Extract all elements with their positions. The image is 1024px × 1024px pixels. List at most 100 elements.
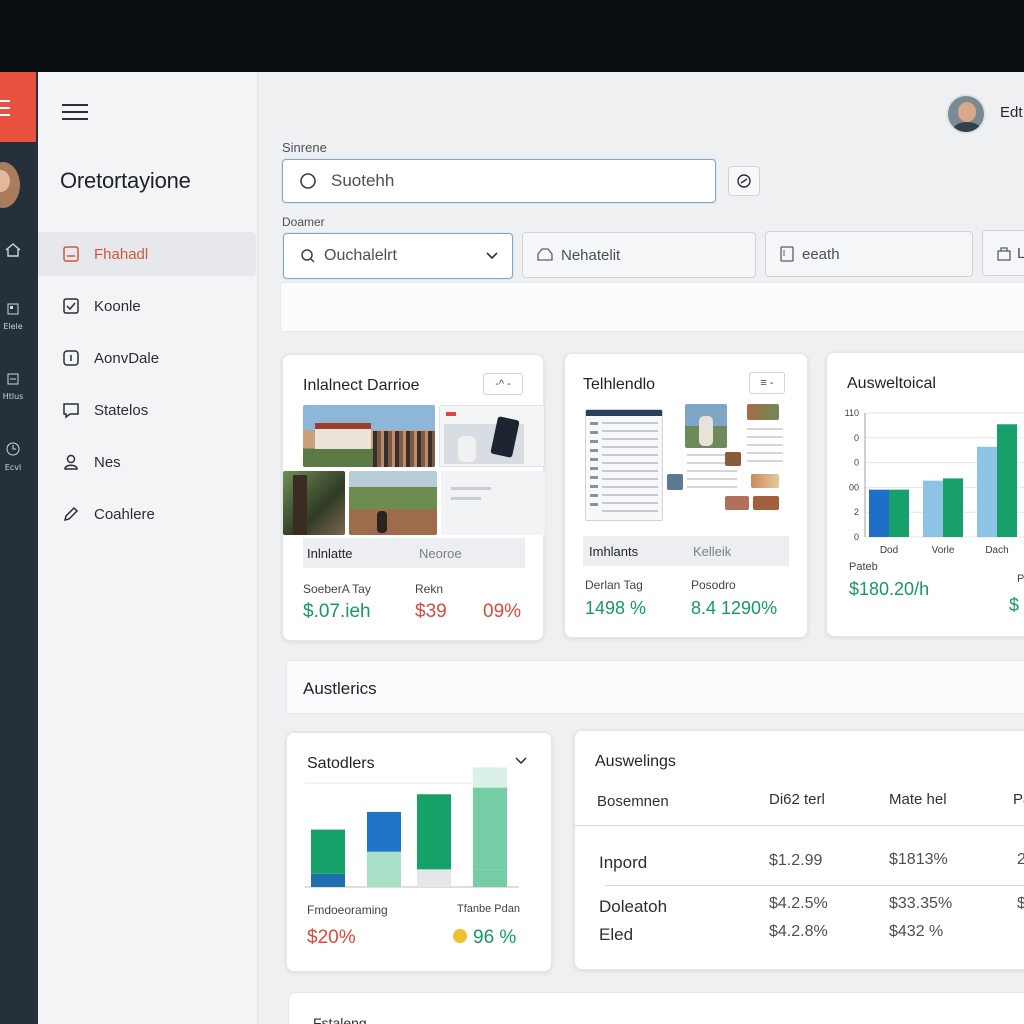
app-screen: Elele Htlus Ecvl Oretortayione Fhahadl K… [0, 72, 1024, 1024]
tree-photo[interactable] [283, 471, 345, 535]
filter-dropdown[interactable]: Ouchalelrt [283, 233, 513, 279]
user-name[interactable]: Edt [1000, 104, 1023, 121]
thumbnail-photo[interactable] [725, 452, 741, 466]
table-header-3: Mate hel [889, 791, 947, 808]
table-cell: $ [1017, 895, 1024, 912]
bar-cap [473, 767, 507, 788]
card-title: Inlalnect Darrioe [303, 377, 420, 394]
metric-label-1: Pateb [849, 561, 878, 573]
toolbar-strip [280, 282, 1024, 332]
rail-item-label: Htlus [2, 392, 24, 401]
bottom-card-text: Fstaleng [313, 1015, 367, 1024]
thumbnail-photo[interactable] [667, 474, 683, 490]
rail-item-1[interactable]: Elele [0, 302, 26, 331]
y-tick-label: 0 [854, 458, 859, 468]
app-title: Oretortayione [60, 168, 191, 193]
rail-item-2[interactable]: Htlus [0, 372, 26, 401]
rail-avatar[interactable] [0, 162, 20, 208]
bar-chart[interactable] [305, 741, 535, 891]
y-tick-label: 00 [849, 482, 859, 492]
sidebar-item-aonvdale[interactable]: AonvDale [38, 336, 256, 380]
card-tabs: Inlnlatte Neoroe [303, 538, 525, 568]
card-tab-1[interactable]: Imhlants [589, 544, 693, 559]
filter-field-4-value: Ls [1017, 244, 1024, 262]
search-options-button[interactable] [728, 166, 760, 196]
card-tab-1[interactable]: Inlnlatte [307, 546, 419, 561]
search-input[interactable]: Suotehh [282, 159, 716, 203]
chat-icon [63, 403, 79, 419]
search-icon [301, 249, 315, 263]
metric-label-1: Fmdoeoraming [307, 903, 388, 917]
document-thumbnail[interactable] [441, 471, 545, 535]
metric-value-1: 1498 % [585, 598, 647, 618]
card-menu-button[interactable]: ≡ - [749, 372, 785, 394]
house-photo[interactable] [303, 405, 435, 467]
card-tab-2[interactable]: Kelleik [693, 544, 731, 559]
bar-segment [367, 811, 401, 852]
card-chart: Ausweltoical 110 0 0 00 2 0 Dod Vorle Dach Pateb… [826, 352, 1024, 637]
table-cell: $1813% [889, 851, 948, 868]
sidebar-item-nes[interactable]: Nes [38, 440, 256, 484]
rail-item-label: Elele [3, 322, 23, 331]
landscape-photo[interactable] [349, 471, 437, 535]
table-cell: $33.35% [889, 895, 953, 912]
metric-value-3: 09% [483, 601, 522, 622]
bar-segment [417, 794, 451, 870]
thumbnail-photo[interactable] [753, 496, 779, 510]
home-icon [5, 243, 21, 257]
sidebar-item-label: Nes [94, 453, 121, 471]
metric-label-2: Rekn [415, 582, 444, 596]
phone-photo[interactable] [439, 405, 545, 467]
bar [997, 424, 1017, 537]
info-icon [63, 350, 79, 366]
sidebar-item-label: Koonle [94, 297, 141, 315]
user-avatar[interactable] [946, 94, 986, 134]
metric-value-1: $.07.ieh [303, 601, 371, 622]
pencil-icon [63, 506, 79, 522]
filter-field-4[interactable]: Ls [982, 230, 1024, 276]
thumbnail-photo[interactable] [725, 496, 749, 510]
main-content: Edt Sinrene Suotehh Doamer Ouchalelrt Ne… [258, 72, 1024, 1024]
search-label: Sinrene [282, 140, 327, 155]
filter-field-2[interactable]: Nehatelit [522, 232, 756, 278]
filter-field-3[interactable]: eeath [765, 231, 973, 277]
thumbnail-photo[interactable] [751, 474, 779, 488]
sidebar-item-coahlere[interactable]: Coahlere [38, 492, 256, 536]
search-input-value: Suotehh [331, 171, 395, 190]
metric-label-1: Derlan Tag [585, 578, 643, 592]
card-menu-button[interactable]: -^ - [483, 373, 523, 395]
metric-value-1: $20% [307, 927, 356, 948]
clock-icon [6, 442, 20, 456]
y-tick-label: 2 [854, 507, 859, 517]
table-cell: $4.2.8% [769, 923, 828, 940]
bar-chart[interactable]: 110000020Dod Vorle Dach [831, 401, 1024, 561]
app-logo[interactable] [0, 72, 36, 142]
metric-label-2: Tfanbe Pdan [457, 903, 520, 915]
card-tab-2[interactable]: Neoroe [419, 546, 462, 561]
sidebar-item-koonle[interactable]: Koonle [38, 284, 256, 328]
table-header-2: Di62 terl [769, 791, 825, 808]
filter-icon [737, 174, 751, 188]
search-icon [300, 173, 316, 189]
y-tick-label: 110 [845, 408, 859, 418]
person-photo[interactable] [685, 404, 727, 448]
sidebar-item-fhahadl[interactable]: Fhahadl [38, 232, 256, 276]
document-preview[interactable] [585, 409, 663, 521]
card-sales: Satodlers Fmdoeoraming Tfanbe Pdan $20% … [286, 732, 552, 972]
rail-item-home[interactable] [0, 242, 26, 263]
table-cell: 2 [1017, 851, 1024, 868]
rail-item-3[interactable]: Ecvl [0, 442, 26, 472]
text-block [747, 428, 783, 468]
thumbnail-photo[interactable] [747, 404, 779, 420]
sidebar-item-label: Fhahadl [94, 245, 149, 263]
bar [923, 480, 943, 537]
hamburger-menu-icon[interactable] [62, 104, 88, 124]
x-tick-label: Dach [985, 545, 1008, 556]
rail-item-label: Ecvl [4, 463, 22, 472]
table-cell: Eled [599, 925, 634, 944]
logo-icon [0, 100, 10, 116]
checkbox-icon [63, 298, 79, 314]
metric-value-2: 8.4 1290% [691, 598, 778, 618]
sidebar-item-statelos[interactable]: Statelos [38, 388, 256, 432]
divider [575, 825, 1024, 826]
